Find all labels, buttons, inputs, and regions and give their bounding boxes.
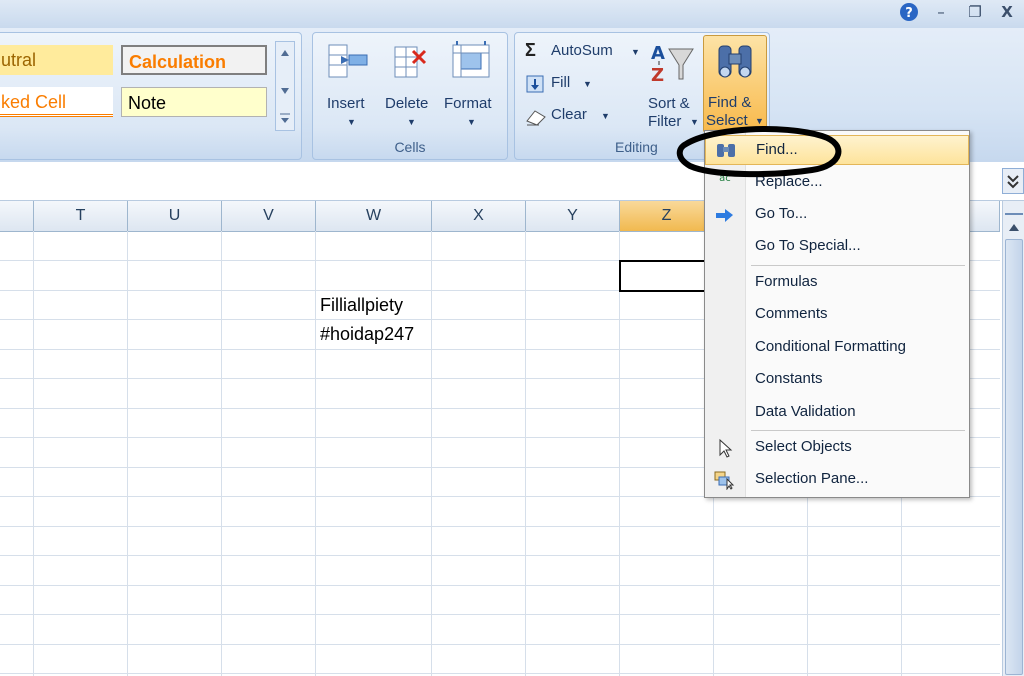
style-neutral[interactable]: utral [0, 45, 113, 75]
sort-filter-icon: AZ [651, 43, 694, 86]
active-cell[interactable] [619, 260, 715, 292]
styles-group: utral Calculation ked Cell Note [0, 32, 302, 160]
sigma-icon: Σ [525, 40, 536, 60]
cells-group-label: Cells [394, 139, 426, 155]
close-button[interactable]: X [996, 2, 1018, 22]
fill-button[interactable]: Fill ▼ [521, 71, 601, 97]
cell-w3[interactable]: Filliallpiety [320, 295, 403, 316]
cursor-icon [713, 438, 737, 458]
menu-item-data-validation[interactable]: Data Validation [705, 398, 969, 428]
menu-separator [751, 265, 965, 266]
double-chevron-down-icon [1007, 175, 1019, 189]
restore-button[interactable]: ❐ [964, 2, 986, 22]
clear-button[interactable]: Clear ▼ [521, 103, 611, 129]
find-select-button[interactable]: Find & Select ▼ [703, 35, 767, 133]
scroll-thumb[interactable] [1005, 239, 1023, 675]
format-cells-icon [452, 41, 490, 78]
menu-separator [751, 430, 965, 431]
selection-pane-icon [713, 470, 737, 491]
restore-icon: ❐ [968, 3, 982, 21]
column-header-y[interactable]: Y [526, 201, 620, 231]
svg-text:A: A [651, 43, 665, 64]
menu-item-select-objects[interactable]: Select Objects [705, 433, 969, 463]
delete-cells-icon [394, 46, 427, 78]
fill-down-icon [526, 75, 544, 93]
column-header-x[interactable]: X [432, 201, 526, 231]
column-header-u[interactable]: U [128, 201, 222, 231]
insert-button[interactable]: Insert ▼ [319, 37, 379, 129]
menu-item-conditional-formatting[interactable]: Conditional Formatting [705, 333, 969, 363]
column-header-w[interactable]: W [316, 201, 432, 231]
cell-w4[interactable]: #hoidap247 [320, 324, 414, 345]
close-icon: X [1001, 3, 1013, 21]
minimize-icon: – [937, 3, 945, 21]
menu-item-selection-pane[interactable]: Selection Pane... [705, 465, 969, 495]
menu-item-comments[interactable]: Comments [705, 300, 969, 330]
scroll-up-arrow[interactable] [1005, 217, 1023, 237]
style-note[interactable]: Note [121, 87, 267, 117]
cells-group: Insert ▼ Delete ▼ Format ▼ Cells [312, 32, 508, 160]
style-linked-cell[interactable]: ked Cell [0, 87, 113, 117]
column-header-v[interactable]: V [222, 201, 316, 231]
menu-item-go-to[interactable]: Go To... [705, 200, 969, 230]
svg-text:Z: Z [651, 65, 664, 86]
vertical-scrollbar[interactable] [1002, 201, 1024, 676]
column-header-t[interactable]: T [34, 201, 128, 231]
menu-item-go-to-special[interactable]: Go To Special... [705, 232, 969, 262]
expand-formula-button[interactable] [1002, 168, 1024, 194]
eraser-icon [526, 110, 546, 126]
binoculars-icon [718, 45, 752, 78]
format-button[interactable]: Format ▼ [441, 37, 503, 129]
column-header-z[interactable]: Z [620, 201, 714, 231]
autosum-button[interactable]: Σ AutoSum ▼ [521, 39, 640, 65]
window-title-bar: ? – ❐ X [0, 0, 1024, 28]
insert-cells-icon [328, 44, 368, 78]
style-calculation[interactable]: Calculation [121, 45, 267, 75]
find-select-menu: Find... ac Replace... Go To... Go To Spe… [704, 130, 970, 498]
column-header-partial[interactable] [0, 201, 34, 231]
help-icon[interactable]: ? [898, 2, 920, 22]
split-handle[interactable] [1005, 203, 1023, 215]
delete-button[interactable]: Delete ▼ [383, 37, 439, 129]
arrow-right-icon [713, 205, 737, 225]
sort-filter-button[interactable]: AZ Sort & Filter ▼ [643, 37, 701, 130]
menu-item-constants[interactable]: Constants [705, 365, 969, 395]
gallery-scroll[interactable] [275, 41, 295, 131]
minimize-button[interactable]: – [930, 2, 952, 22]
svg-text:?: ? [905, 6, 913, 21]
menu-item-formulas[interactable]: Formulas [705, 268, 969, 298]
annotation-circle [676, 126, 842, 178]
